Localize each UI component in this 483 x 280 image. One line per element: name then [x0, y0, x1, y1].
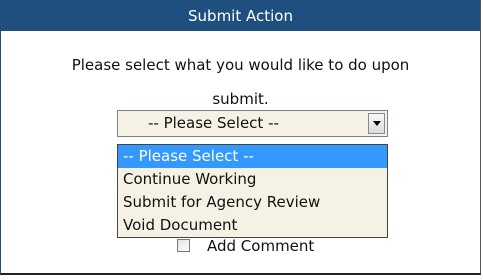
- submit-action-dialog: Submit Action Please select what you wou…: [0, 0, 481, 275]
- dialog-title: Submit Action: [1, 1, 480, 31]
- action-select[interactable]: -- Please Select --: [117, 110, 388, 137]
- add-comment-checkbox[interactable]: [177, 239, 190, 252]
- action-select-dropdown: -- Please Select -- Continue Working Sub…: [117, 144, 388, 238]
- option-submit-for-agency-review[interactable]: Submit for Agency Review: [118, 191, 387, 214]
- prompt-line-1: Please select what you would like to do …: [71, 56, 410, 74]
- option-please-select[interactable]: -- Please Select --: [118, 145, 387, 168]
- add-comment-label[interactable]: Add Comment: [207, 235, 314, 257]
- prompt-text: Please select what you would like to do …: [1, 48, 480, 116]
- chevron-down-icon[interactable]: [368, 113, 385, 134]
- action-select-value: -- Please Select --: [148, 114, 279, 132]
- option-continue-working[interactable]: Continue Working: [118, 168, 387, 191]
- option-void-document[interactable]: Void Document: [118, 214, 387, 237]
